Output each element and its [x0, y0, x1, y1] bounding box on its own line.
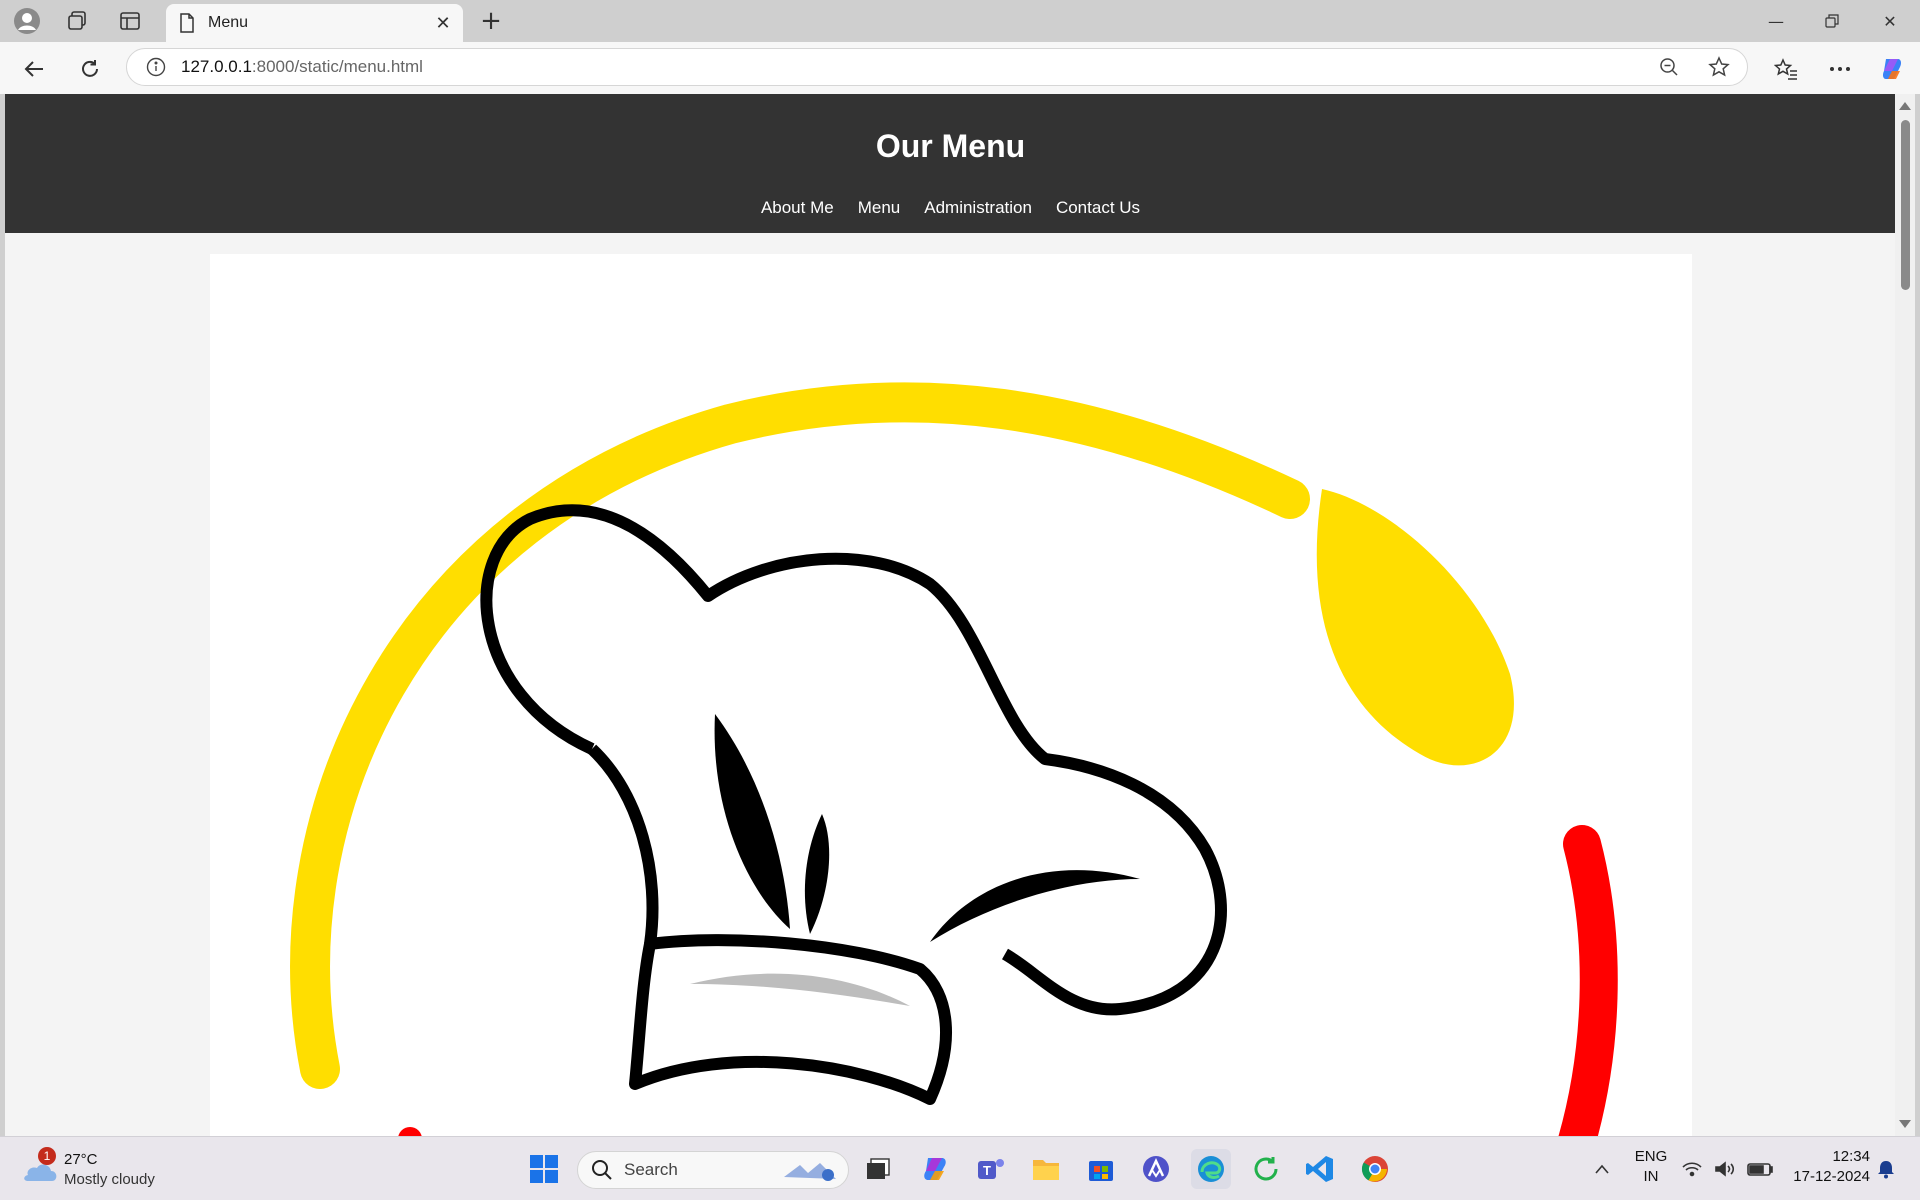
tab-menu[interactable]: Menu ✕: [166, 4, 463, 42]
microsoft-store-icon[interactable]: [1081, 1149, 1121, 1189]
search-highlight-icon: [784, 1163, 836, 1181]
refresh-app-icon[interactable]: [1246, 1149, 1286, 1189]
back-icon[interactable]: [16, 51, 52, 87]
close-window-icon[interactable]: ✕: [1862, 0, 1918, 42]
clock[interactable]: 12:34 17-12-2024: [1784, 1147, 1870, 1187]
profile-icon[interactable]: [12, 6, 42, 36]
teams-icon[interactable]: T: [971, 1149, 1011, 1189]
system-status-icons[interactable]: [1678, 1149, 1778, 1189]
chef-hat-logo-image: [290, 382, 1618, 1136]
refresh-icon[interactable]: [72, 51, 108, 87]
time: 12:34: [1832, 1148, 1870, 1165]
notifications-bell-icon[interactable]: [1868, 1149, 1904, 1189]
url-text: 127.0.0.1:8000/static/menu.html: [181, 57, 1747, 77]
url-path: :8000/static/menu.html: [251, 57, 423, 76]
restaurant-logo: [210, 254, 1692, 1136]
edge-icon[interactable]: [1191, 1149, 1231, 1189]
temperature: 27°C: [64, 1151, 98, 1168]
scroll-up-arrow-icon[interactable]: [1899, 102, 1911, 110]
zoom-out-icon[interactable]: [1652, 50, 1686, 84]
vscode-icon[interactable]: [1300, 1149, 1340, 1189]
url-host: 127.0.0.1: [181, 57, 252, 76]
chrome-icon[interactable]: [1355, 1149, 1395, 1189]
svg-text:T: T: [983, 1163, 991, 1178]
nav-link-administration[interactable]: Administration: [924, 198, 1032, 218]
scrollbar-thumb[interactable]: [1901, 120, 1910, 290]
site-header: Our Menu About Me Menu Administration Co…: [5, 94, 1896, 233]
taskbar: 1 27°C Mostly cloudy Search T ENG IN 12:…: [0, 1136, 1920, 1200]
tab-title: Menu: [208, 14, 249, 31]
language-code: ENG: [1634, 1148, 1668, 1165]
task-view-icon[interactable]: [858, 1149, 898, 1189]
scroll-down-arrow-icon[interactable]: [1899, 1120, 1911, 1128]
page-scrollbar[interactable]: [1895, 94, 1915, 1136]
vertical-tabs-icon[interactable]: [115, 6, 145, 36]
weather-condition: Mostly cloudy: [64, 1171, 155, 1188]
browser-toolbar: 127.0.0.1:8000/static/menu.html: [0, 42, 1920, 94]
site-info-icon[interactable]: [145, 56, 167, 78]
weather-badge: 1: [38, 1147, 56, 1165]
app-a-icon[interactable]: [1136, 1149, 1176, 1189]
search-icon: [592, 1160, 612, 1180]
favorites-icon[interactable]: [1768, 51, 1804, 87]
new-tab-icon[interactable]: +: [476, 6, 506, 36]
site-nav: About Me Menu Administration Contact Us: [5, 198, 1896, 218]
page-viewport: Our Menu About Me Menu Administration Co…: [5, 94, 1900, 1136]
language-indicator[interactable]: ENG IN: [1630, 1147, 1672, 1187]
taskbar-search[interactable]: Search: [577, 1151, 849, 1189]
restore-icon[interactable]: [1804, 0, 1860, 42]
nav-link-about-me[interactable]: About Me: [761, 198, 834, 218]
wifi-volume-battery-icon: [1682, 1161, 1773, 1177]
page-icon: [176, 12, 198, 34]
browser-tab-strip: Menu ✕ + — ✕: [0, 0, 1920, 42]
copilot-app-icon[interactable]: [915, 1149, 955, 1189]
close-tab-icon[interactable]: ✕: [429, 9, 457, 37]
workspaces-icon[interactable]: [62, 6, 92, 36]
nav-link-menu[interactable]: Menu: [858, 198, 901, 218]
weather-widget[interactable]: 1 27°C Mostly cloudy: [20, 1147, 180, 1191]
region-code: IN: [1643, 1168, 1659, 1185]
page-title: Our Menu: [875, 128, 1026, 164]
favorite-star-icon[interactable]: [1702, 50, 1736, 84]
show-hidden-icons-icon[interactable]: [1582, 1149, 1622, 1189]
address-bar[interactable]: 127.0.0.1:8000/static/menu.html: [126, 48, 1748, 86]
minimize-icon[interactable]: —: [1748, 0, 1804, 42]
more-options-icon[interactable]: [1822, 51, 1858, 87]
date: 17-12-2024: [1793, 1168, 1870, 1185]
nav-link-contact-us[interactable]: Contact Us: [1056, 198, 1140, 218]
copilot-icon[interactable]: [1874, 51, 1910, 87]
search-placeholder: Search: [624, 1160, 678, 1179]
start-icon[interactable]: [524, 1149, 564, 1189]
file-explorer-icon[interactable]: [1026, 1149, 1066, 1189]
